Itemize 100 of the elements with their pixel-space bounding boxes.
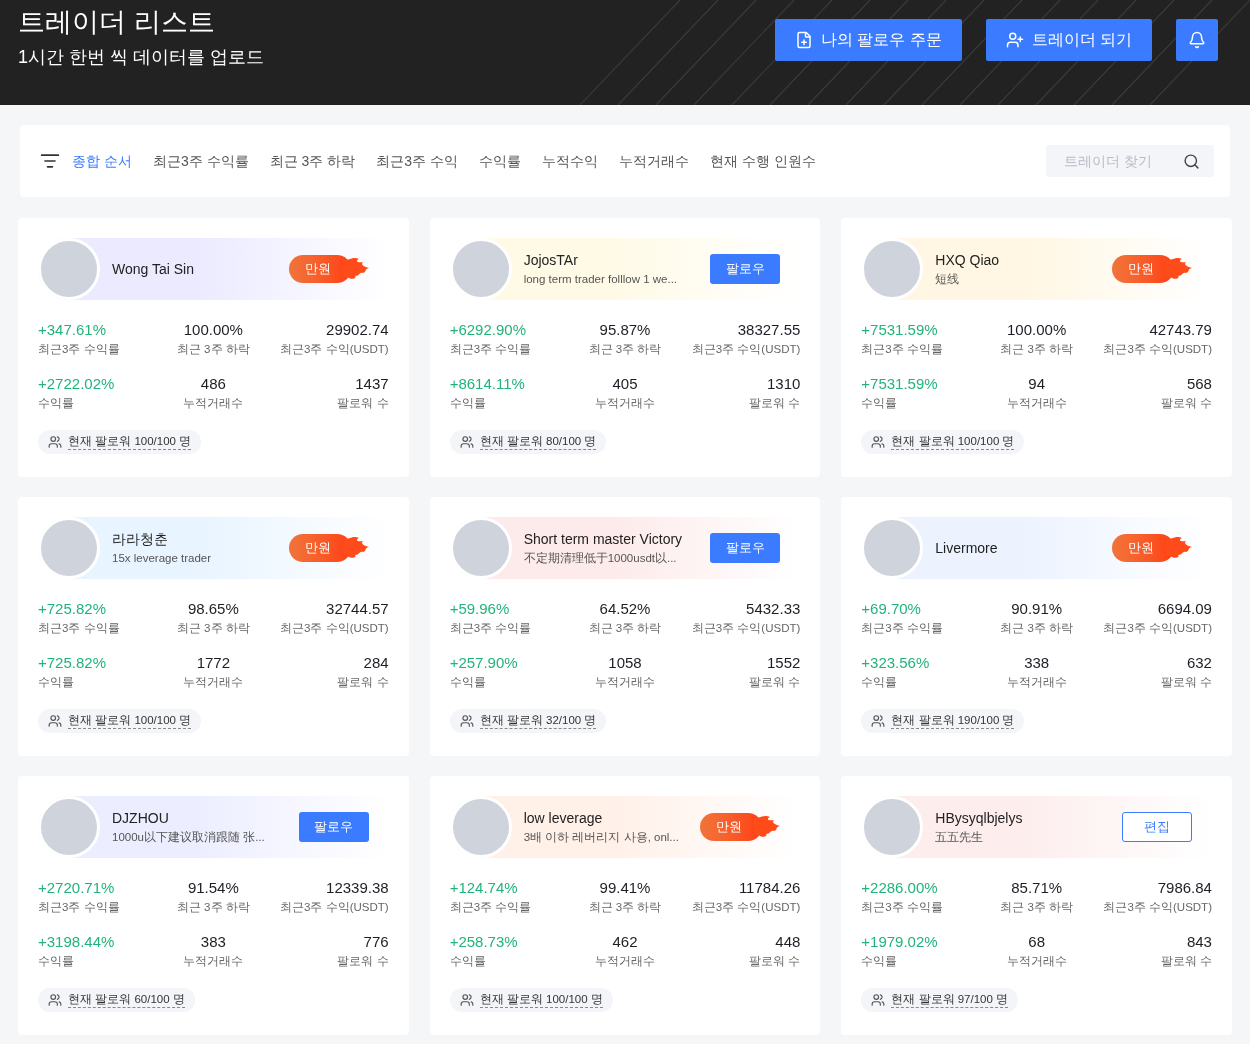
stat-label: 수익률 xyxy=(861,954,898,969)
follow-button[interactable]: 팔로우 xyxy=(710,533,781,563)
stat-value: +2720.71% xyxy=(38,878,115,898)
stat-label: 최근 3주 하락 xyxy=(1000,621,1074,636)
user-add-icon xyxy=(1005,31,1024,49)
stat-value: 29902.74 xyxy=(326,320,389,340)
stat-value: +124.74% xyxy=(449,878,518,898)
stat-value: 5432.33 xyxy=(746,599,801,619)
sort-tab[interactable]: 최근 3주 하락 xyxy=(269,150,356,172)
stat-label: 최근3주 수익률 xyxy=(449,900,532,915)
search-field[interactable]: 트레이더 찾기 xyxy=(1046,145,1214,177)
followers-count: 현재 팔로워 97/100 명 xyxy=(891,992,1009,1008)
users-icon xyxy=(48,435,62,449)
trader-name: DJZHOU xyxy=(112,808,170,828)
stat-value: 568 xyxy=(1186,374,1212,394)
stat-value: +725.82% xyxy=(38,599,106,619)
stat-label: 최근 3주 하락 xyxy=(1000,900,1074,915)
sort-tab[interactable]: 누적거래수 xyxy=(618,150,689,172)
users-icon xyxy=(48,714,62,728)
stat-label: 최근3주 수익률 xyxy=(38,900,120,915)
followers-count: 현재 팔로워 80/100 명 xyxy=(479,434,597,450)
stat-value: +7531.59% xyxy=(861,320,938,340)
stat-value: 6694.09 xyxy=(1157,599,1212,619)
stat-label: 최근3주 수익률 xyxy=(861,342,943,357)
followers-count: 현재 팔로워 100/100 명 xyxy=(479,992,603,1008)
stat-value: 99.41% xyxy=(599,878,651,898)
stat-value: 100.00% xyxy=(1007,320,1067,340)
trader-bio: 3배 이하 레버리지 사용, onl... xyxy=(523,829,680,845)
follow-button[interactable]: 팔로우 xyxy=(710,254,781,284)
users-icon xyxy=(871,435,886,449)
page-subtitle: 1시간 한번 씩 데이터를 업로드 xyxy=(18,46,264,69)
stat-value: 405 xyxy=(612,374,638,394)
stat-label: 최근3주 수익(USDT) xyxy=(1103,342,1212,357)
users-icon xyxy=(459,435,474,449)
flame-icon xyxy=(1166,535,1192,561)
stat-label: 최근3주 수익(USDT) xyxy=(280,342,389,357)
trader-bio: 五五先生 xyxy=(935,829,985,845)
my-orders-button[interactable]: 나의 팔로우 주문 xyxy=(774,19,962,61)
stat-value: +725.82% xyxy=(38,653,106,673)
search-icon xyxy=(1183,153,1200,170)
stat-label: 최근 3주 하락 xyxy=(1000,342,1074,357)
trader-name: HBysyqlbjelys xyxy=(935,808,1024,828)
notification-button[interactable] xyxy=(1176,19,1218,61)
sort-tab[interactable]: 현재 수행 인원수 xyxy=(709,150,816,172)
trader-bio: 15x leverage trader xyxy=(112,550,213,566)
stat-value: 95.87% xyxy=(599,320,651,340)
stat-value: 7986.84 xyxy=(1157,878,1212,898)
stat-label: 수익률 xyxy=(38,954,74,969)
trader-name: 라라청춘 xyxy=(112,529,169,549)
sort-tab[interactable]: 수익률 xyxy=(478,150,521,172)
stat-value: 42743.79 xyxy=(1149,320,1212,340)
trader-name: Livermore xyxy=(935,538,999,558)
file-plus-icon xyxy=(794,31,813,49)
stat-value: +59.96% xyxy=(449,599,510,619)
stat-value: 486 xyxy=(200,374,226,394)
stat-value: 284 xyxy=(363,653,389,673)
stat-label: 최근 3주 하락 xyxy=(588,900,662,915)
stat-label: 팔로워 수 xyxy=(337,396,389,411)
stat-label: 누적거래수 xyxy=(1006,675,1067,690)
stat-value: 12339.38 xyxy=(326,878,389,898)
stat-label: 누적거래수 xyxy=(595,675,655,690)
stat-value: 338 xyxy=(1024,653,1050,673)
stat-label: 최근3주 수익(USDT) xyxy=(1103,621,1212,636)
users-icon xyxy=(459,714,474,728)
stat-value: 383 xyxy=(200,932,226,952)
stat-value: 1058 xyxy=(608,653,642,673)
stat-label: 수익률 xyxy=(449,396,486,411)
follow-button[interactable]: 팔로우 xyxy=(298,812,369,842)
trader-name: Wong Tai Sin xyxy=(112,259,195,279)
stat-value: 64.52% xyxy=(599,599,651,619)
stat-label: 최근3주 수익(USDT) xyxy=(280,621,389,636)
stat-value: 1437 xyxy=(355,374,389,394)
users-icon xyxy=(871,714,886,728)
become-trader-button[interactable]: 트레이더 되기 xyxy=(985,19,1152,61)
stat-label: 최근 3주 하락 xyxy=(176,900,250,915)
page-title: 트레이더 리스트 xyxy=(18,6,216,39)
followers-count: 현재 팔로워 100/100 명 xyxy=(68,434,192,450)
stat-label: 최근3주 수익률 xyxy=(38,621,120,636)
stat-label: 수익률 xyxy=(861,675,898,690)
stat-label: 누적거래수 xyxy=(183,954,244,969)
sort-tab[interactable]: 최근3주 수익 xyxy=(376,150,458,172)
stat-value: +3198.44% xyxy=(38,932,115,952)
users-icon xyxy=(48,993,62,1007)
stat-label: 누적거래수 xyxy=(1006,396,1067,411)
stat-label: 최근 3주 하락 xyxy=(588,621,662,636)
sort-tab[interactable]: 누적수익 xyxy=(541,150,598,172)
flame-icon xyxy=(342,256,369,282)
stat-value: +347.61% xyxy=(38,320,106,340)
stat-value: 462 xyxy=(612,932,638,952)
stat-value: +2286.00% xyxy=(861,878,938,898)
stat-label: 최근3주 수익(USDT) xyxy=(691,621,801,636)
trader-name: Short term master Victory xyxy=(523,529,684,549)
stat-label: 팔로워 수 xyxy=(337,675,389,690)
sort-tab[interactable]: 종합 순서 xyxy=(72,150,132,172)
stat-label: 수익률 xyxy=(449,954,486,969)
edit-button[interactable]: 편집 xyxy=(1122,812,1192,842)
stat-label: 수익률 xyxy=(38,396,74,411)
stat-value: +257.90% xyxy=(449,653,518,673)
sort-tab[interactable]: 최근3주 수익률 xyxy=(152,150,249,172)
stat-value: 98.65% xyxy=(187,599,239,619)
